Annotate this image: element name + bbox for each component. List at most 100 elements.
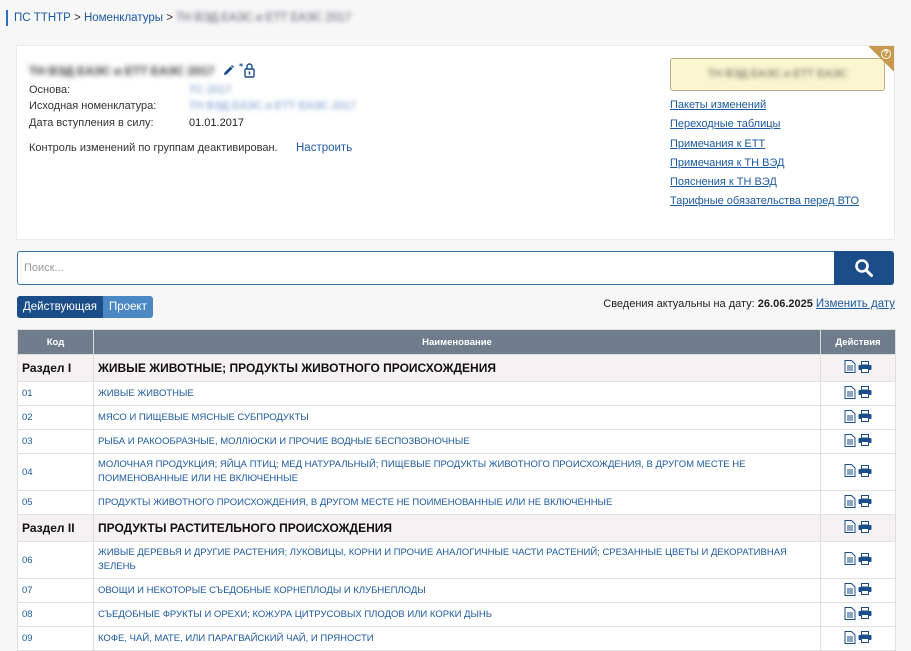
row-name-link[interactable]: ЖИВЫЕ ЖИВОТНЫЕ bbox=[98, 388, 194, 399]
row-name-link[interactable]: МОЛОЧНАЯ ПРОДУКЦИЯ; ЯЙЦА ПТИЦ; МЕД НАТУР… bbox=[98, 459, 745, 484]
cell-name: МОЛОЧНАЯ ПРОДУКЦИЯ; ЯЙЦА ПТИЦ; МЕД НАТУР… bbox=[93, 453, 821, 491]
document-icon[interactable] bbox=[844, 433, 856, 450]
cell-name: ПРОДУКТЫ РАСТИТЕЛЬНОГО ПРОИСХОЖДЕНИЯ bbox=[93, 514, 821, 542]
link-wto-obligations[interactable]: Тарифные обязательства перед ВТО bbox=[670, 193, 859, 212]
cell-code: Раздел I bbox=[17, 354, 94, 382]
version-toggle: Действующая Проект bbox=[17, 296, 153, 318]
document-title-text: ТН ВЭД ЕАЭС и ЕТТ ЕАЭС 2017 bbox=[29, 64, 215, 79]
row-code-link[interactable]: 05 bbox=[22, 497, 33, 508]
row-name-link[interactable]: ЖИВЫЕ ДЕРЕВЬЯ И ДРУГИЕ РАСТЕНИЯ; ЛУКОВИЦ… bbox=[98, 547, 787, 572]
row-name-link[interactable]: ПРОДУКТЫ ЖИВОТНОГО ПРОИСХОЖДЕНИЯ, В ДРУГ… bbox=[98, 497, 612, 508]
section-name: ЖИВЫЕ ЖИВОТНЫЕ; ПРОДУКТЫ ЖИВОТНОГО ПРОИС… bbox=[98, 361, 496, 375]
search-icon bbox=[855, 259, 873, 277]
document-icon[interactable] bbox=[844, 385, 856, 402]
row-name-link[interactable]: МЯСО И ПИЩЕВЫЕ МЯСНЫЕ СУБПРОДУКТЫ bbox=[98, 412, 309, 423]
tab-current[interactable]: Действующая bbox=[17, 296, 103, 318]
cell-actions bbox=[820, 578, 896, 603]
section-name: ПРОДУКТЫ РАСТИТЕЛЬНОГО ПРОИСХОЖДЕНИЯ bbox=[98, 521, 392, 535]
cell-code: 03 bbox=[17, 429, 94, 454]
printer-icon[interactable] bbox=[858, 520, 872, 536]
breadcrumb-nomenclatures[interactable]: Номенклатуры bbox=[84, 12, 163, 24]
cell-actions bbox=[820, 490, 896, 515]
info-value[interactable]: ТС 2017 bbox=[189, 83, 231, 97]
section-code: Раздел II bbox=[22, 521, 75, 535]
change-date-link[interactable]: Изменить дату bbox=[816, 298, 895, 310]
printer-icon[interactable] bbox=[858, 607, 872, 622]
printer-icon[interactable] bbox=[858, 360, 872, 376]
row-code-link[interactable]: 04 bbox=[22, 467, 33, 478]
cell-name: РЫБА И РАКООБРАЗНЫЕ, МОЛЛЮСКИ И ПРОЧИЕ В… bbox=[93, 429, 821, 454]
cell-code: 05 bbox=[17, 490, 94, 515]
row-code-link[interactable]: 09 bbox=[22, 633, 33, 644]
help-icon[interactable]: ? bbox=[881, 49, 891, 59]
actual-date: Сведения актуальны на дату: 26.06.2025 И… bbox=[603, 298, 895, 310]
cell-actions bbox=[820, 626, 896, 651]
table-row: 03 РЫБА И РАКООБРАЗНЫЕ, МОЛЛЮСКИ И ПРОЧИЕ… bbox=[17, 429, 896, 454]
document-icon[interactable] bbox=[844, 552, 856, 568]
row-name-link[interactable]: ОВОЩИ И НЕКОТОРЫЕ СЪЕДОБНЫЕ КОРНЕПЛОДЫ И… bbox=[98, 585, 426, 596]
nomenclature-table: Код Наименование Действия Раздел I ЖИВЫЕ … bbox=[17, 329, 896, 651]
table-row: 08 СЪЕДОБНЫЕ ФРУКТЫ И ОРЕХИ; КОЖУРА ЦИТРУ… bbox=[17, 602, 896, 627]
info-label: Исходная номенклатура: bbox=[29, 100, 157, 112]
cell-code: 04 bbox=[17, 453, 94, 491]
row-code-link[interactable]: 08 bbox=[22, 609, 33, 620]
row-code-link[interactable]: 01 bbox=[22, 388, 33, 399]
breadcrumb: ПС ТТНТР > Номенклатуры > ТН ВЭД ЕАЭС и … bbox=[6, 10, 351, 26]
cell-code: 02 bbox=[17, 405, 94, 430]
section-code: Раздел I bbox=[22, 361, 72, 375]
document-icon[interactable] bbox=[844, 606, 856, 623]
lock-icon[interactable]: * bbox=[239, 62, 257, 82]
status-text: ТН ВЭД ЕАЭС и ЕТТ ЕАЭС bbox=[707, 68, 848, 80]
printer-icon[interactable] bbox=[858, 631, 872, 646]
column-header-code: Код bbox=[17, 329, 94, 355]
document-icon[interactable] bbox=[844, 494, 856, 511]
column-header-actions: Действия bbox=[820, 329, 896, 355]
printer-icon[interactable] bbox=[858, 386, 872, 401]
column-header-name: Наименование bbox=[93, 329, 821, 355]
link-transition-tables[interactable]: Переходные таблицы bbox=[670, 116, 859, 135]
document-icon[interactable] bbox=[844, 409, 856, 426]
help-corner[interactable]: ? bbox=[868, 46, 894, 72]
cell-name: СЪЕДОБНЫЕ ФРУКТЫ И ОРЕХИ; КОЖУРА ЦИТРУСО… bbox=[93, 602, 821, 627]
cell-actions bbox=[820, 429, 896, 454]
cell-actions bbox=[820, 514, 896, 542]
row-name-link[interactable]: КОФЕ, ЧАЙ, МАТЕ, ИЛИ ПАРАГВАЙСКИЙ ЧАЙ, И… bbox=[98, 633, 374, 644]
row-name-link[interactable]: РЫБА И РАКООБРАЗНЫЕ, МОЛЛЮСКИ И ПРОЧИЕ В… bbox=[98, 436, 470, 447]
search-button[interactable] bbox=[834, 251, 894, 285]
printer-icon[interactable] bbox=[858, 434, 872, 449]
link-change-packages[interactable]: Пакеты изменений bbox=[670, 97, 859, 116]
breadcrumb-separator: > bbox=[166, 12, 173, 24]
tab-project[interactable]: Проект bbox=[102, 296, 153, 318]
printer-icon[interactable] bbox=[858, 495, 872, 510]
row-code-link[interactable]: 03 bbox=[22, 436, 33, 447]
info-value[interactable]: ТН ВЭД ЕАЭС и ЕТТ ЕАЭС 2017 bbox=[189, 99, 356, 113]
printer-icon[interactable] bbox=[858, 552, 872, 568]
document-icon[interactable] bbox=[844, 520, 856, 536]
document-icon[interactable] bbox=[844, 360, 856, 376]
table-header-row: Код Наименование Действия bbox=[17, 329, 896, 355]
document-title: ТН ВЭД ЕАЭС и ЕТТ ЕАЭС 2017 * bbox=[29, 62, 257, 78]
table-row: 06 ЖИВЫЕ ДЕРЕВЬЯ И ДРУГИЕ РАСТЕНИЯ; ЛУКОВ… bbox=[17, 541, 896, 579]
document-icon[interactable] bbox=[844, 464, 856, 480]
table-row: 02 МЯСО И ПИЩЕВЫЕ МЯСНЫЕ СУБПРОДУКТЫ bbox=[17, 405, 896, 430]
section-row: Раздел I ЖИВЫЕ ЖИВОТНЫЕ; ПРОДУКТЫ ЖИВОТНО… bbox=[17, 354, 896, 382]
printer-icon[interactable] bbox=[858, 410, 872, 425]
info-label: Дата вступления в силу: bbox=[29, 117, 154, 129]
cell-name: ОВОЩИ И НЕКОТОРЫЕ СЪЕДОБНЫЕ КОРНЕПЛОДЫ И… bbox=[93, 578, 821, 603]
configure-link[interactable]: Настроить bbox=[296, 142, 352, 154]
search-input[interactable] bbox=[17, 251, 835, 285]
row-code-link[interactable]: 06 bbox=[22, 555, 33, 566]
row-code-link[interactable]: 07 bbox=[22, 585, 33, 596]
link-tnved-explanations[interactable]: Пояснения к ТН ВЭД bbox=[670, 174, 859, 193]
actual-date-value: 26.06.2025 bbox=[757, 298, 813, 310]
row-name-link[interactable]: СЪЕДОБНЫЕ ФРУКТЫ И ОРЕХИ; КОЖУРА ЦИТРУСО… bbox=[98, 609, 492, 620]
pencil-icon[interactable] bbox=[222, 64, 235, 81]
document-icon[interactable] bbox=[844, 582, 856, 599]
printer-icon[interactable] bbox=[858, 583, 872, 598]
breadcrumb-root[interactable]: ПС ТТНТР bbox=[14, 12, 71, 24]
document-icon[interactable] bbox=[844, 630, 856, 647]
printer-icon[interactable] bbox=[858, 464, 872, 480]
link-tnved-notes[interactable]: Примечания к ТН ВЭД bbox=[670, 155, 859, 174]
row-code-link[interactable]: 02 bbox=[22, 412, 33, 423]
link-ett-notes[interactable]: Примечания к ЕТТ bbox=[670, 136, 859, 155]
